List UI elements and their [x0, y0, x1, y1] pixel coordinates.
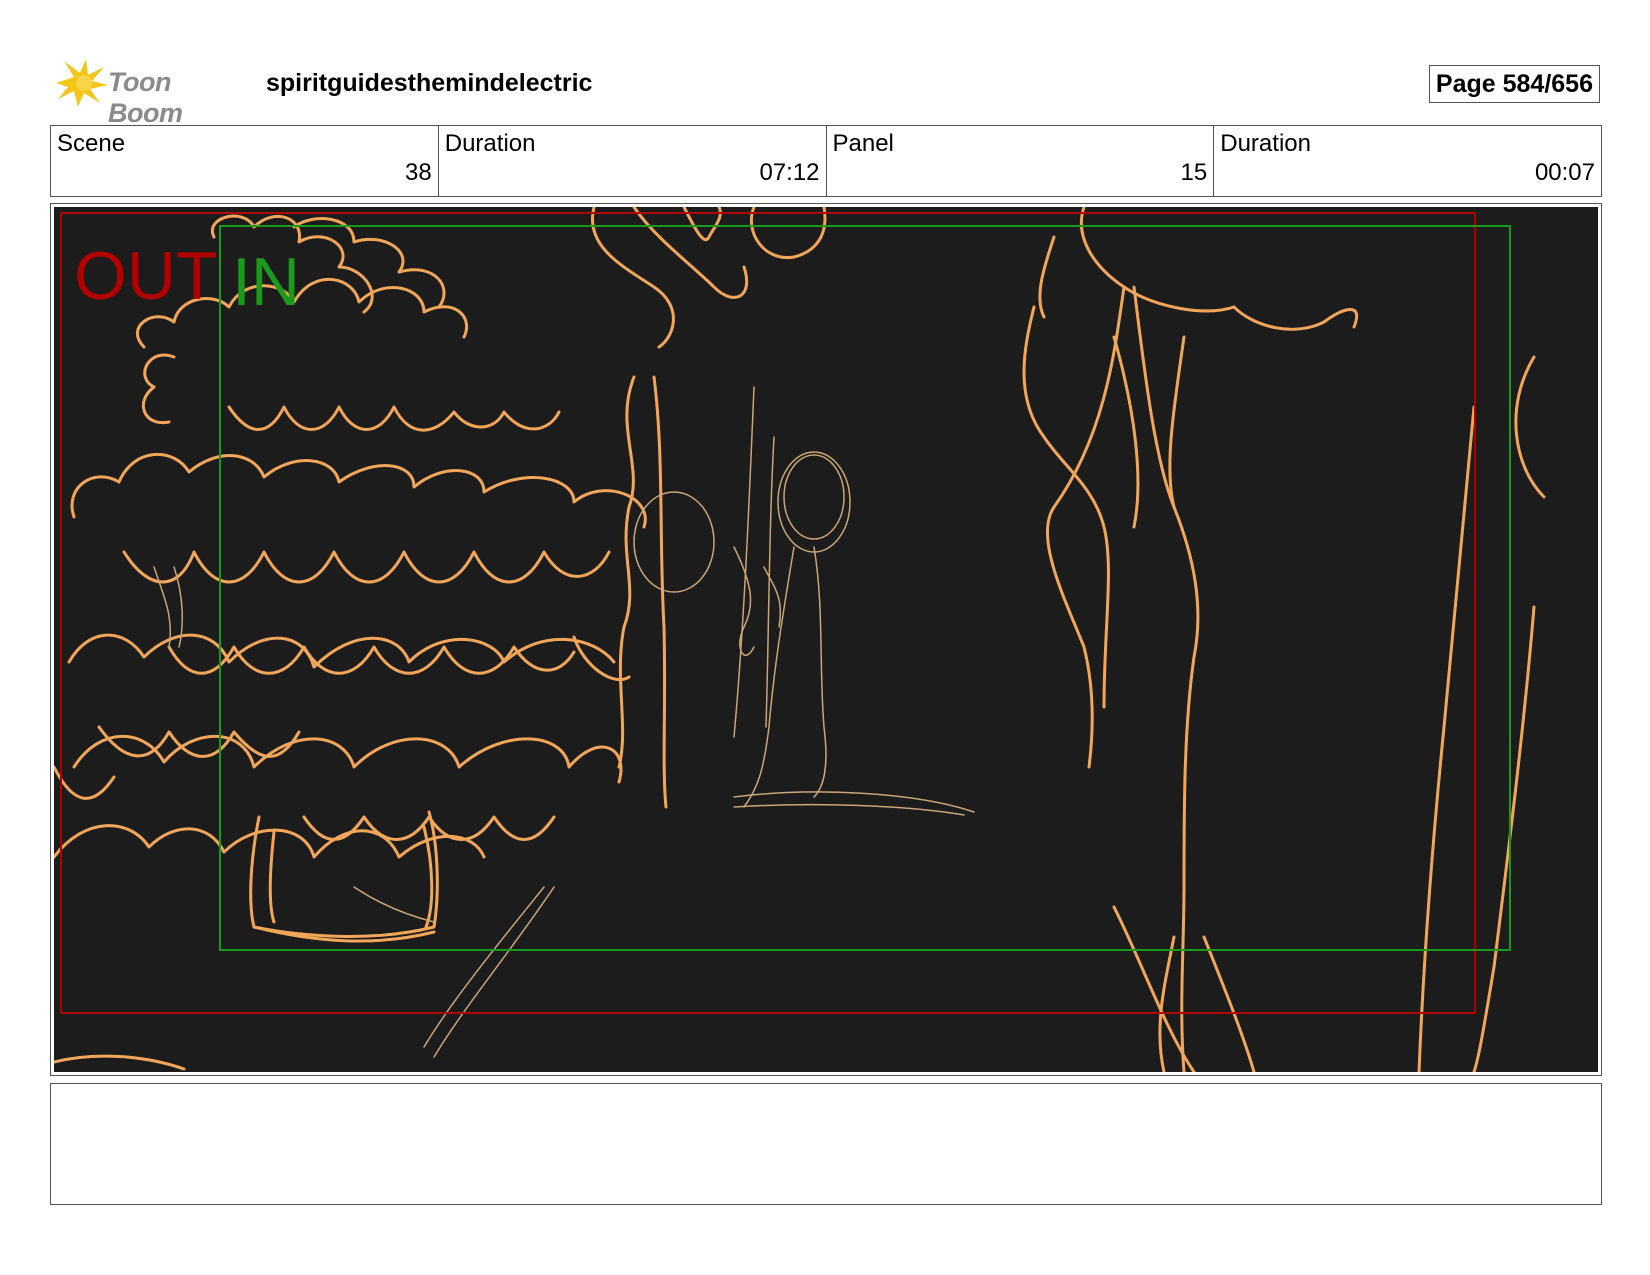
scene-value: 38	[405, 159, 432, 186]
panel-info-table: Scene 38 Duration 07:12 Panel 15 Duratio…	[50, 125, 1602, 197]
panel-label: Panel	[832, 130, 894, 157]
in-label: IN	[232, 244, 300, 320]
storyboard-panel-image: OUT IN	[54, 207, 1598, 1072]
sketch-drawing: OUT IN	[54, 207, 1598, 1072]
page-number: Page 584/656	[1428, 65, 1600, 103]
scene-duration-label: Duration	[444, 130, 536, 157]
panel-cell: Panel 15	[827, 126, 1215, 196]
scene-label: Scene	[57, 130, 126, 157]
scene-duration-cell: Duration 07:12	[439, 126, 827, 196]
panel-value: 15	[1180, 159, 1208, 186]
scene-cell: Scene 38	[51, 126, 439, 196]
toon-boom-logo: Toon Boom	[50, 57, 250, 128]
panel-duration-value: 00:07	[1534, 159, 1595, 186]
project-title: spiritguidesthemindelectric	[266, 69, 593, 97]
scene-duration-value: 07:12	[759, 159, 820, 186]
panel-duration-label: Duration	[1220, 130, 1311, 157]
notes-box	[50, 1083, 1602, 1205]
panel-duration-cell: Duration 00:07	[1214, 126, 1601, 196]
starburst-icon	[56, 59, 108, 107]
page-header: Toon Boom spiritguidesthemindelectric Pa…	[50, 55, 1600, 128]
logo-text: Toon Boom	[108, 67, 183, 128]
out-label: OUT	[74, 238, 218, 314]
